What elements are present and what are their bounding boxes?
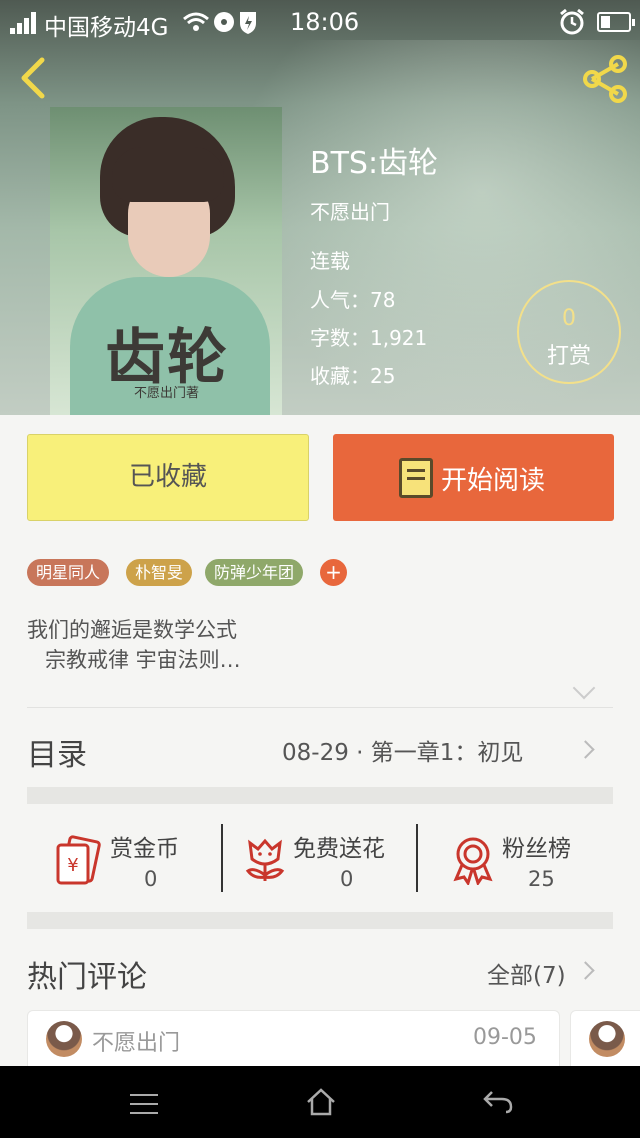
wifi-icon: [183, 12, 256, 34]
section-separator: [27, 912, 613, 929]
share-icon: [583, 55, 627, 103]
favorited-button[interactable]: 已收藏: [27, 434, 309, 521]
back-arrow-icon[interactable]: [482, 1088, 514, 1116]
comment-username[interactable]: 不愿出门: [92, 1025, 180, 1057]
all-comments-link[interactable]: 全部(7): [487, 956, 566, 990]
stat-fans[interactable]: 粉丝榜 25: [448, 825, 608, 893]
carrier-label: 中国移动4G: [44, 15, 169, 41]
status-bar: 中国移动4G 18:06: [0, 0, 640, 44]
book-title: BTS:齿轮: [310, 146, 439, 181]
book-cover[interactable]: 齿轮 不愿出门著: [50, 107, 282, 415]
stat-label: 免费送花: [293, 836, 385, 862]
chevron-left-icon: [21, 57, 45, 99]
battery-icon: [597, 12, 635, 32]
stat-label: 赏金币: [110, 836, 179, 862]
toc-title[interactable]: 目录: [27, 730, 87, 774]
menu-icon[interactable]: [130, 1094, 158, 1114]
back-button[interactable]: [14, 56, 54, 100]
signal-icon: [10, 12, 40, 34]
cover-author-text: 不愿出门著: [134, 386, 200, 401]
stat-value: 0: [340, 867, 354, 891]
stat-flowers[interactable]: 免费送花 0: [240, 825, 415, 893]
avatar[interactable]: [589, 1021, 625, 1057]
book-popularity: 人气：78: [310, 288, 396, 312]
book-header: 中国移动4G 18:06 齿轮 不愿出门著 BTS:齿轮 不愿出门 连载 人气：…: [0, 0, 640, 415]
share-button[interactable]: [580, 54, 630, 104]
home-icon[interactable]: [305, 1086, 337, 1118]
tip-label: 打赏: [546, 344, 591, 369]
chevron-right-icon: [576, 740, 595, 759]
intro-line: 我们的邂逅是数学公式: [27, 618, 237, 642]
stat-value: 0: [144, 867, 158, 891]
chevron-right-icon: [576, 961, 595, 980]
stat-value: 25: [528, 867, 555, 891]
latest-chapter-link[interactable]: 08-29 · 第一章1：初见: [282, 733, 523, 767]
tag-chip[interactable]: 朴智旻: [126, 559, 193, 586]
tip-count: 0: [562, 306, 576, 331]
book-favorites: 收藏：25: [310, 364, 396, 388]
tag-chip[interactable]: 明星同人: [27, 559, 110, 586]
flower-icon: [245, 838, 285, 881]
system-nav-bar: [0, 1066, 640, 1138]
tip-button[interactable]: 0 打赏: [517, 280, 621, 384]
avatar[interactable]: [46, 1021, 82, 1057]
svg-text:¥: ¥: [67, 855, 78, 876]
book-word-count: 字数：1,921: [310, 326, 428, 350]
divider: [27, 707, 613, 708]
stat-label: 粉丝榜: [502, 836, 571, 862]
divider: [221, 824, 223, 892]
red-envelope-icon: ¥: [56, 835, 101, 885]
tag-chip[interactable]: 防弹少年团: [205, 559, 304, 586]
book-author[interactable]: 不愿出门: [310, 196, 390, 225]
award-ribbon-icon: [453, 837, 493, 885]
intro-line: 宗教戒律 宇宙法则…: [45, 648, 241, 672]
divider: [416, 824, 418, 892]
hot-comments-title: 热门评论: [27, 960, 147, 995]
expand-intro-icon[interactable]: [572, 676, 596, 700]
comment-date: 09-05: [473, 1025, 537, 1050]
stat-coins[interactable]: ¥ 赏金币 0: [50, 825, 220, 893]
add-tag-button[interactable]: +: [320, 559, 347, 586]
book-status: 连载: [310, 249, 350, 273]
status-icons: [182, 9, 262, 40]
clock: 18:06: [290, 8, 360, 36]
book-icon: [399, 458, 433, 498]
start-reading-button[interactable]: 开始阅读: [333, 434, 614, 521]
alarm-icon: [558, 8, 586, 42]
book-intro: 我们的邂逅是数学公式 宗教戒律 宇宙法则…: [27, 615, 241, 675]
start-reading-label: 开始阅读: [441, 466, 546, 496]
section-separator: [27, 787, 613, 804]
